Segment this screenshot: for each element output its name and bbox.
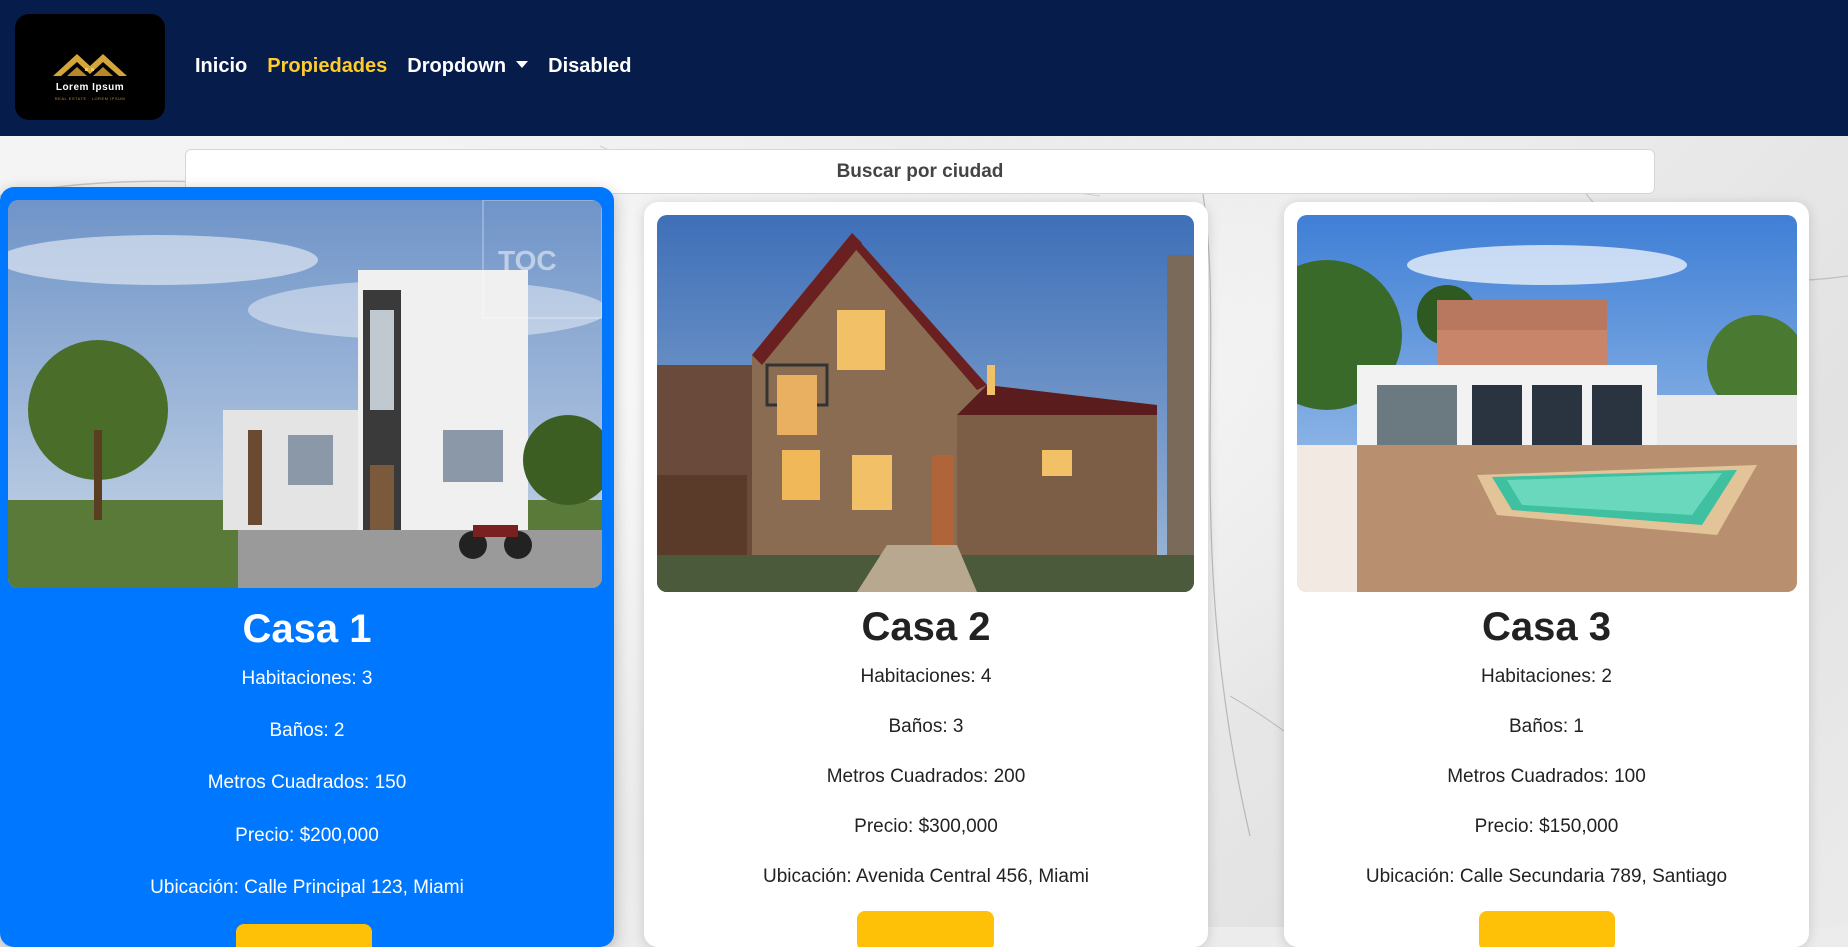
- nav-item-disabled[interactable]: Disabled: [548, 55, 631, 78]
- nav-item-inicio[interactable]: Inicio: [195, 55, 247, 78]
- brand-name: Lorem Ipsum: [55, 82, 125, 93]
- property-details-button[interactable]: [1479, 911, 1615, 947]
- property-photo: [1297, 215, 1797, 592]
- nav-dropdown-label: Dropdown: [407, 55, 507, 77]
- property-title: Casa 3: [1482, 605, 1611, 649]
- house-roof-icon: [53, 54, 127, 76]
- property-baths: Baños: 2: [269, 720, 345, 741]
- property-card[interactable]: Casa 3 Habitaciones: 2 Baños: 1 Metros C…: [1284, 202, 1809, 947]
- brand-tagline: REAL ESTATE · LOREM IPSUM: [54, 96, 126, 101]
- property-photo: [657, 215, 1194, 592]
- nav-links: Inicio Propiedades Dropdown Disabled: [195, 55, 632, 78]
- property-photo: TOC: [8, 200, 602, 588]
- property-area: Metros Cuadrados: 150: [207, 772, 407, 793]
- watermark-text: TOC: [498, 245, 557, 276]
- nav-item-propiedades[interactable]: Propiedades: [267, 55, 387, 78]
- property-area: Metros Cuadrados: 200: [826, 766, 1026, 787]
- property-location: Ubicación: Avenida Central 456, Miami: [763, 866, 1089, 887]
- property-details-button[interactable]: [236, 924, 372, 947]
- property-area: Metros Cuadrados: 100: [1447, 766, 1646, 787]
- property-card[interactable]: TOC Casa 1 Habitaciones: 3 Baños: 2 Metr…: [0, 187, 614, 947]
- property-location: Ubicación: Calle Principal 123, Miami: [150, 877, 464, 898]
- property-title: Casa 2: [861, 605, 991, 649]
- property-title: Casa 1: [242, 607, 372, 651]
- brand-logo[interactable]: Lorem Ipsum REAL ESTATE · LOREM IPSUM: [15, 14, 165, 120]
- property-rooms: Habitaciones: 2: [1481, 666, 1612, 687]
- property-details-button[interactable]: [857, 911, 994, 947]
- property-rooms: Habitaciones: 4: [860, 666, 992, 687]
- property-rooms: Habitaciones: 3: [241, 668, 373, 689]
- property-price: Precio: $200,000: [235, 825, 379, 846]
- nav-item-dropdown[interactable]: Dropdown: [407, 55, 529, 78]
- caret-down-icon: [516, 61, 529, 68]
- property-price: Precio: $150,000: [1474, 816, 1619, 837]
- property-card[interactable]: Casa 2 Habitaciones: 4 Baños: 3 Metros C…: [644, 202, 1208, 947]
- property-location: Ubicación: Calle Secundaria 789, Santiag…: [1365, 866, 1728, 887]
- property-baths: Baños: 1: [1509, 716, 1584, 737]
- navbar: Lorem Ipsum REAL ESTATE · LOREM IPSUM In…: [0, 0, 1848, 136]
- property-price: Precio: $300,000: [854, 816, 998, 837]
- property-baths: Baños: 3: [888, 716, 964, 737]
